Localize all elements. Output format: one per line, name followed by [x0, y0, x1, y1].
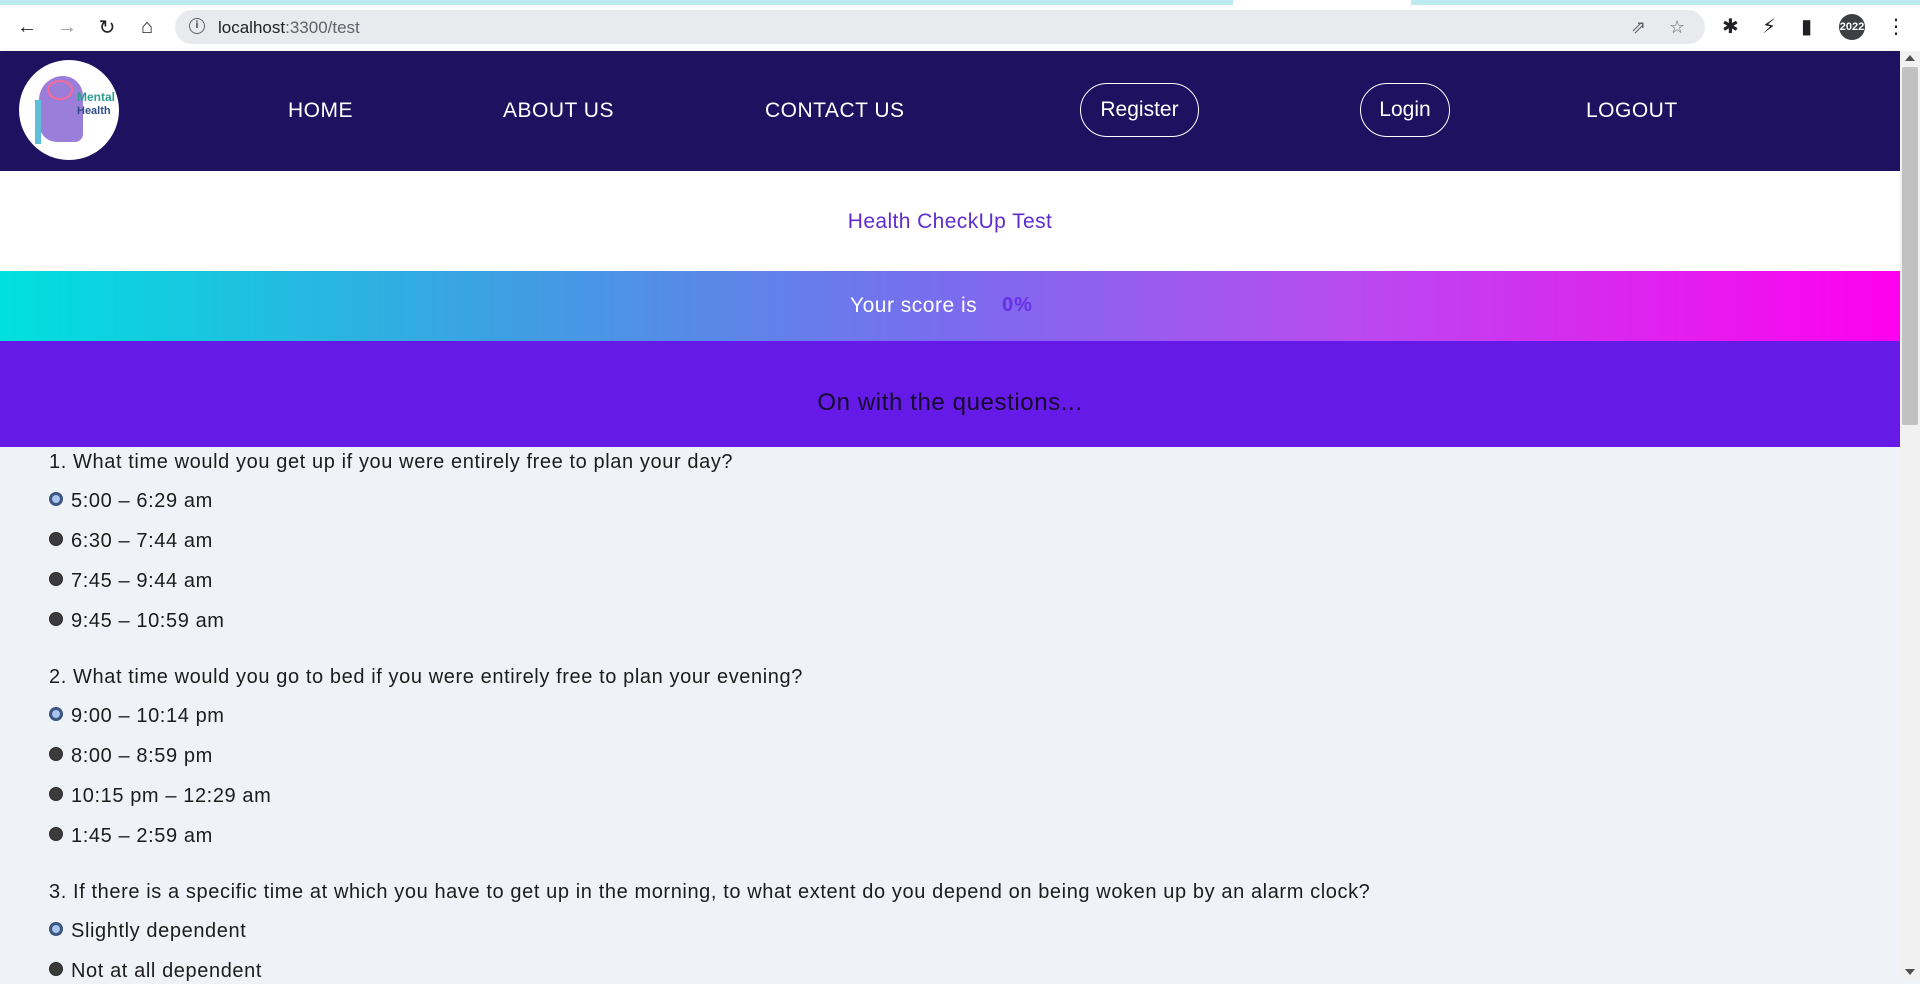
tab-strip — [0, 0, 1920, 5]
option-label: 9:45 – 10:59 am — [71, 609, 225, 632]
questions-header: On with the questions... — [0, 341, 1900, 447]
logo-text-line1: Mental — [77, 90, 116, 104]
radio-button[interactable] — [49, 922, 63, 936]
answer-option[interactable]: 1:45 – 2:59 am — [49, 823, 213, 849]
answer-option[interactable]: 7:45 – 9:44 am — [49, 568, 213, 594]
url-text[interactable]: localhost:3300/test — [218, 18, 360, 38]
ladder-icon — [35, 100, 41, 144]
sidebar-icon[interactable]: ▮ — [1801, 14, 1812, 38]
answer-option[interactable]: 10:15 pm – 12:29 am — [49, 783, 271, 809]
option-label: Slightly dependent — [71, 919, 247, 942]
option-label: 1:45 – 2:59 am — [71, 824, 213, 847]
score-label: Your score is — [850, 294, 978, 317]
answer-option[interactable]: Slightly dependent — [49, 918, 246, 944]
radio-button[interactable] — [49, 492, 63, 506]
radio-button[interactable] — [49, 787, 63, 801]
logout-link[interactable]: LOGOUT — [1586, 99, 1678, 123]
browser-toolbar: ← → ↻ ⌂ i localhost:3300/test ⇗ ☆ ✱ ⚡ ▮ … — [0, 0, 1920, 51]
nav-link-about[interactable]: ABOUT US — [503, 99, 614, 123]
reload-icon[interactable]: ↻ — [94, 14, 120, 40]
info-icon[interactable]: i — [189, 18, 205, 34]
radio-button[interactable] — [49, 827, 63, 841]
active-tab[interactable] — [1233, 0, 1411, 5]
register-button[interactable]: Register — [1080, 83, 1199, 137]
radio-button[interactable] — [49, 747, 63, 761]
site-logo[interactable]: Mental Health — [19, 60, 119, 160]
option-label: 5:00 – 6:29 am — [71, 489, 213, 512]
answer-option[interactable]: 9:00 – 10:14 pm — [49, 703, 225, 729]
url-host: localhost — [218, 18, 286, 37]
sync-icon[interactable]: ⚡ — [1762, 14, 1776, 38]
score-value: 0% — [1002, 294, 1033, 316]
question-text: 2. What time would you go to bed if you … — [49, 666, 803, 688]
nav-link-contact[interactable]: CONTACT US — [765, 99, 905, 123]
logo-text-line2: Health — [77, 105, 111, 117]
score-banner: Your score is 0% — [0, 271, 1900, 341]
radio-button[interactable] — [49, 962, 63, 976]
radio-button[interactable] — [49, 532, 63, 546]
nav-link-home[interactable]: HOME — [288, 99, 353, 123]
answer-option[interactable]: 9:45 – 10:59 am — [49, 608, 225, 634]
back-icon[interactable]: ← — [14, 14, 40, 40]
page-title: Health CheckUp Test — [847, 210, 1053, 233]
extensions-icon[interactable]: ✱ — [1722, 14, 1739, 38]
scrollbar-thumb[interactable] — [1902, 67, 1918, 425]
menu-icon[interactable]: ⋮ — [1886, 14, 1906, 38]
site-navbar: Mental Health HOME ABOUT US CONTACT US R… — [0, 51, 1900, 171]
scroll-down-icon[interactable] — [1905, 969, 1915, 975]
brain-icon — [47, 80, 73, 100]
option-label: 6:30 – 7:44 am — [71, 529, 213, 552]
option-label: 7:45 – 9:44 am — [71, 569, 213, 592]
address-bar[interactable]: i localhost:3300/test ⇗ ☆ — [175, 10, 1705, 44]
questions-heading: On with the questions... — [817, 389, 1083, 416]
login-button[interactable]: Login — [1360, 83, 1450, 137]
home-icon[interactable]: ⌂ — [134, 14, 160, 40]
question-text: 1. What time would you get up if you wer… — [49, 451, 734, 473]
star-icon[interactable]: ☆ — [1669, 17, 1685, 38]
scroll-up-icon[interactable] — [1905, 55, 1915, 61]
answer-option[interactable]: Not at all dependent — [49, 958, 262, 984]
forward-icon[interactable]: → — [54, 14, 80, 40]
share-icon[interactable]: ⇗ — [1631, 17, 1646, 38]
answer-option[interactable]: 6:30 – 7:44 am — [49, 528, 213, 554]
page-scrollbar[interactable] — [1900, 51, 1920, 979]
radio-button[interactable] — [49, 612, 63, 626]
answer-option[interactable]: 8:00 – 8:59 pm — [49, 743, 213, 769]
question-text: 3. If there is a specific time at which … — [49, 881, 1371, 903]
option-label: 9:00 – 10:14 pm — [71, 704, 225, 727]
profile-avatar[interactable]: 2022 — [1839, 14, 1865, 40]
option-label: 8:00 – 8:59 pm — [71, 744, 213, 767]
answer-option[interactable]: 5:00 – 6:29 am — [49, 488, 213, 514]
url-path: :3300/test — [285, 18, 360, 37]
radio-button[interactable] — [49, 572, 63, 586]
option-label: Not at all dependent — [71, 959, 263, 982]
option-label: 10:15 pm – 12:29 am — [71, 784, 272, 807]
title-section: Health CheckUp Test — [0, 171, 1900, 271]
radio-button[interactable] — [49, 707, 63, 721]
